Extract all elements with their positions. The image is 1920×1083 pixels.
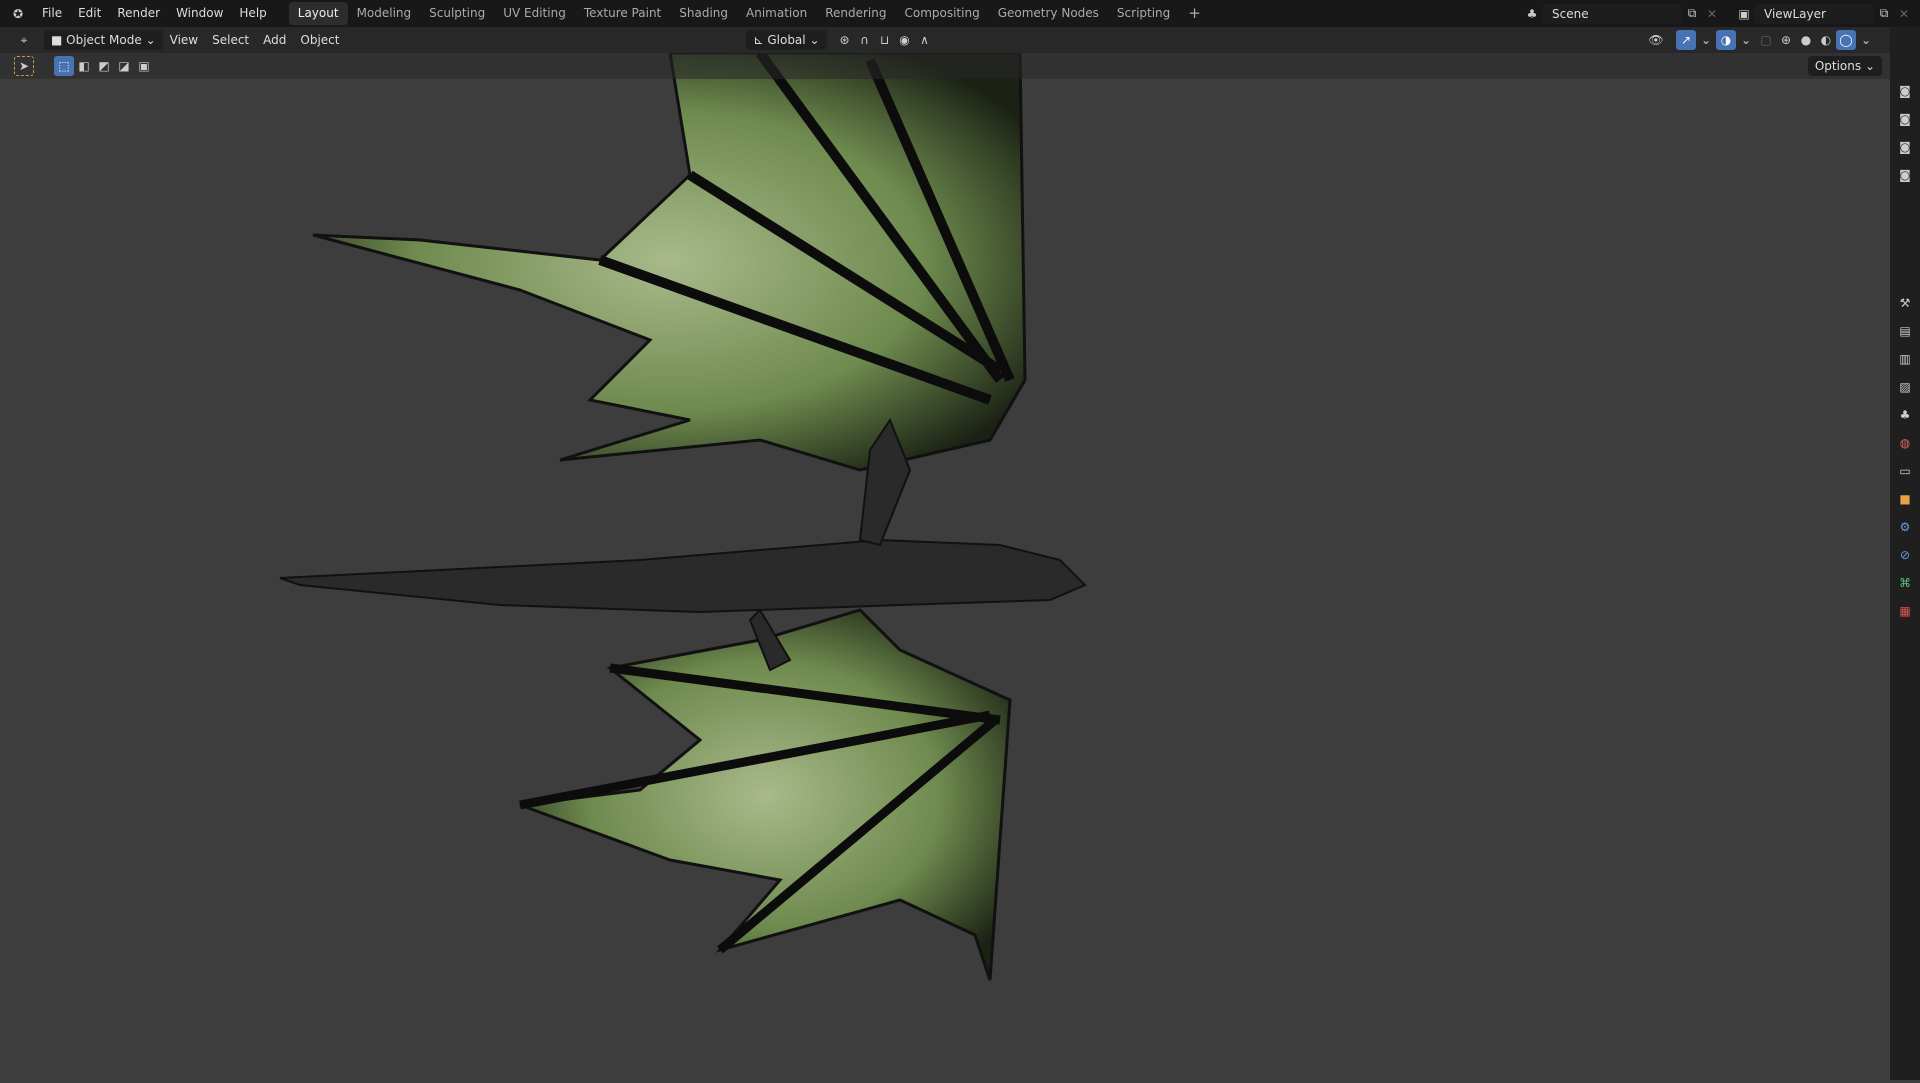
menu-object[interactable]: Object <box>293 30 346 50</box>
select-extend-icon[interactable]: ◧ <box>74 56 94 76</box>
xray-icon[interactable]: ▢ <box>1756 30 1776 50</box>
orientation-dropdown[interactable]: ⊾ Global ⌄ <box>746 30 827 50</box>
tab-shading[interactable]: Shading <box>670 2 737 25</box>
overlays-dropdown-icon[interactable]: ⌄ <box>1736 30 1756 50</box>
wireframe-shading-icon[interactable]: ⊕ <box>1776 30 1796 50</box>
menu-add[interactable]: Add <box>256 30 293 50</box>
constraint-icon[interactable]: ⊘ <box>1895 545 1915 565</box>
tab-modeling[interactable]: Modeling <box>348 2 421 25</box>
menu-window[interactable]: Window <box>168 0 231 27</box>
dragon-body <box>279 417 1087 672</box>
tab-layout[interactable]: Layout <box>288 2 348 25</box>
texture-icon[interactable]: ▦ <box>1895 601 1915 621</box>
tab-scripting[interactable]: Scripting <box>1108 2 1179 25</box>
tab-sculpting[interactable]: Sculpting <box>420 2 494 25</box>
solid-shading-icon[interactable]: ● <box>1796 30 1816 50</box>
top-bar: ✪ File Edit Render Window Help Layout Mo… <box>0 0 1920 27</box>
new-scene-icon[interactable]: ⧉ <box>1682 4 1702 24</box>
tab-uv-editing[interactable]: UV Editing <box>494 2 575 25</box>
render-icon[interactable]: ▤ <box>1895 321 1915 341</box>
tool-settings-bar: ➤ ⬚ ◧ ◩ ◪ ▣ Options ⌄ <box>0 53 1890 79</box>
view-layer-field[interactable]: ViewLayer <box>1754 3 1874 24</box>
overlays-icon[interactable]: ◑ <box>1716 30 1736 50</box>
menu-file[interactable]: File <box>34 0 70 27</box>
lower-wing <box>519 608 1012 981</box>
dragon-model <box>279 50 1087 981</box>
modifier-icon[interactable]: ⚙ <box>1895 517 1915 537</box>
add-workspace-button[interactable]: + <box>1179 2 1210 25</box>
view-layer-icon[interactable]: ▣ <box>1734 4 1754 24</box>
menu-select[interactable]: Select <box>205 30 256 50</box>
viewport-header: ⌖ ■ Object Mode ⌄ View Select Add Object… <box>0 27 1890 53</box>
mode-dropdown[interactable]: ■ Object Mode ⌄ <box>44 30 163 50</box>
snap-target-icon[interactable]: ⊔ <box>875 30 895 50</box>
output-icon[interactable]: ▥ <box>1895 349 1915 369</box>
mode-label: Object Mode <box>66 33 142 47</box>
select-new-icon[interactable]: ⬚ <box>54 56 74 76</box>
gizmo-icon[interactable]: ↗ <box>1676 30 1696 50</box>
tool-icon[interactable]: ⚒ <box>1895 293 1915 313</box>
3d-viewport[interactable] <box>0 50 1890 1080</box>
options-label: Options <box>1814 59 1862 73</box>
menu-view[interactable]: View <box>163 30 205 50</box>
tab-animation[interactable]: Animation <box>737 2 816 25</box>
tab-texture-paint[interactable]: Texture Paint <box>575 2 670 25</box>
object-icon[interactable]: ■ <box>1895 489 1915 509</box>
falloff-icon[interactable]: ∧ <box>915 30 935 50</box>
camera-icon[interactable]: ◙ <box>1895 109 1915 129</box>
pivot-icon[interactable]: ⊛ <box>835 30 855 50</box>
snap-icon[interactable]: ∩ <box>855 30 875 50</box>
tab-compositing[interactable]: Compositing <box>895 2 988 25</box>
tab-rendering[interactable]: Rendering <box>816 2 895 25</box>
select-intersect-icon[interactable]: ▣ <box>134 56 154 76</box>
upper-wing <box>312 50 1027 472</box>
scene-icon[interactable]: ♣ <box>1522 4 1542 24</box>
new-view-layer-icon[interactable]: ⧉ <box>1874 4 1894 24</box>
select-invert-icon[interactable]: ◪ <box>114 56 134 76</box>
tab-geometry-nodes[interactable]: Geometry Nodes <box>989 2 1108 25</box>
options-dropdown[interactable]: Options ⌄ <box>1807 56 1882 76</box>
data-icon[interactable]: ⌘ <box>1895 573 1915 593</box>
menu-edit[interactable]: Edit <box>70 0 109 27</box>
menu-render[interactable]: Render <box>109 0 168 27</box>
properties-sidebar: ◙ ◙ ◙ ◙ ⚒ ▤ ▥ ▨ ♣ ◍ ▭ ■ ⚙ ⊘ ⌘ ▦ <box>1890 27 1920 1080</box>
select-tool-icon[interactable]: ➤ <box>14 56 34 76</box>
menu-help[interactable]: Help <box>231 0 274 27</box>
material-shading-icon[interactable]: ◐ <box>1816 30 1836 50</box>
editor-type-icon[interactable]: ⌖ <box>14 30 34 50</box>
gizmo-dropdown-icon[interactable]: ⌄ <box>1696 30 1716 50</box>
orientation-label: Global <box>767 33 806 47</box>
scene-props-icon[interactable]: ♣ <box>1895 405 1915 425</box>
delete-scene-icon[interactable]: ✕ <box>1702 4 1722 24</box>
visibility-icon[interactable]: 👁 <box>1646 30 1666 50</box>
world-icon[interactable]: ◍ <box>1895 433 1915 453</box>
view-layer-props-icon[interactable]: ▨ <box>1895 377 1915 397</box>
proportional-edit-icon[interactable]: ◉ <box>895 30 915 50</box>
select-subtract-icon[interactable]: ◩ <box>94 56 114 76</box>
camera-icon[interactable]: ◙ <box>1895 81 1915 101</box>
camera-icon[interactable]: ◙ <box>1895 165 1915 185</box>
collection-icon[interactable]: ▭ <box>1895 461 1915 481</box>
scene-field[interactable]: Scene <box>1542 3 1682 24</box>
rendered-shading-icon[interactable]: ◯ <box>1836 30 1856 50</box>
delete-view-layer-icon[interactable]: ✕ <box>1894 4 1914 24</box>
shading-dropdown-icon[interactable]: ⌄ <box>1856 30 1876 50</box>
blender-logo-icon[interactable]: ✪ <box>8 4 28 24</box>
camera-icon[interactable]: ◙ <box>1895 137 1915 157</box>
